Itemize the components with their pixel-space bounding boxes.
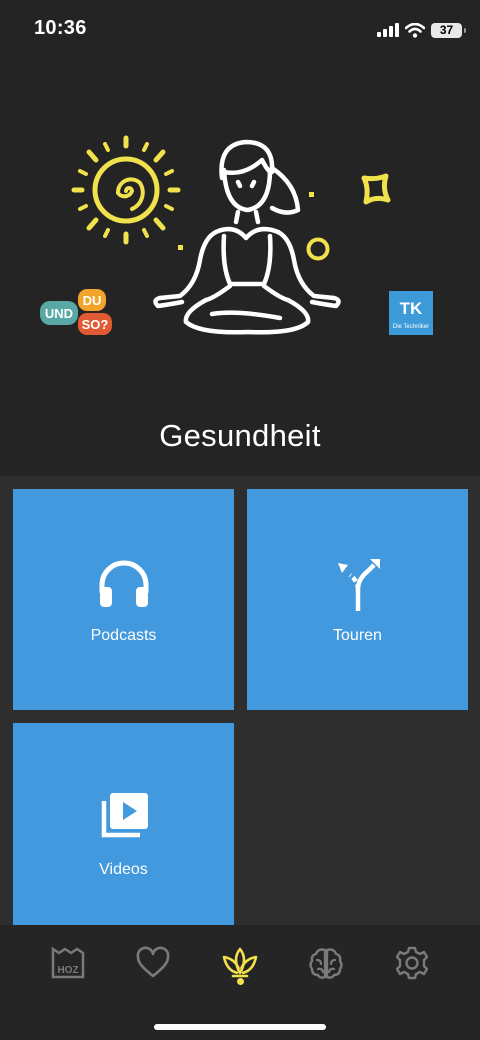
hoz-logo-icon: HOZ <box>51 946 85 979</box>
meditation-figure-icon <box>153 139 341 335</box>
badge-word-du: DU <box>83 293 102 308</box>
battery-level: 37 <box>439 23 454 37</box>
battery-icon: 37 <box>431 22 466 38</box>
tile-touren[interactable]: Touren <box>247 489 468 710</box>
tk-logo-caption: Die Techniker <box>393 324 429 330</box>
tile-label: Touren <box>333 627 382 644</box>
tile-label: Podcasts <box>90 627 157 644</box>
heart-icon <box>136 946 170 978</box>
badge-word-so: SO? <box>82 317 109 332</box>
decor-dot <box>178 245 183 250</box>
status-icons: 37 <box>377 20 466 40</box>
status-bar: 10:36 37 <box>0 0 480 60</box>
decor-dot <box>309 192 314 197</box>
und-du-so-badge: UND DU SO? <box>40 289 112 335</box>
status-time: 10:36 <box>34 17 87 39</box>
page-title: Gesundheit <box>159 418 321 453</box>
badge-word-und: UND <box>45 306 73 321</box>
tab-mind[interactable] <box>296 933 356 993</box>
fork-arrows-icon <box>337 559 380 611</box>
decor-ring <box>306 237 330 261</box>
gear-icon <box>395 946 429 980</box>
tk-logo: TK Die Techniker <box>389 291 433 335</box>
sparkle-icon <box>361 173 391 205</box>
hero-banner: UND DU SO? TK Die Techniker Gesundheit <box>0 60 480 476</box>
tile-podcasts[interactable]: Podcasts <box>13 489 234 710</box>
tab-favorites[interactable] <box>123 933 183 993</box>
hero-illustration: UND DU SO? TK Die Techniker <box>40 135 433 335</box>
video-library-icon <box>101 793 148 838</box>
tab-bar: HOZ <box>0 925 480 1040</box>
brain-icon <box>309 948 343 979</box>
wifi-icon <box>405 22 425 38</box>
tk-logo-mark: TK <box>400 299 423 318</box>
tab-settings[interactable] <box>382 933 442 993</box>
lotus-icon <box>222 947 258 978</box>
category-grid: Podcasts Touren Videos <box>0 476 480 925</box>
sun-icon <box>71 135 181 245</box>
cellular-signal-icon <box>377 23 399 37</box>
active-tab-indicator <box>237 978 244 985</box>
tile-label: Videos <box>99 861 148 878</box>
headphones-icon <box>99 560 148 607</box>
tab-hoz[interactable]: HOZ <box>38 933 98 993</box>
tile-videos[interactable]: Videos <box>13 723 234 925</box>
home-indicator[interactable] <box>154 1024 326 1030</box>
hoz-logo-text: HOZ <box>57 965 78 976</box>
